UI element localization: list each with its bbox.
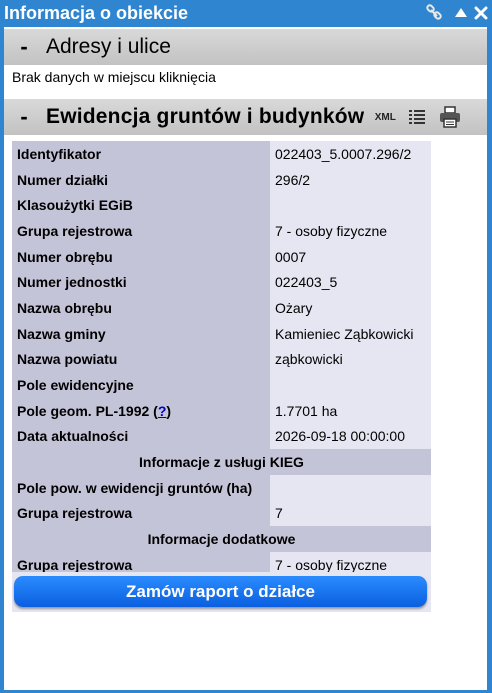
field-value — [270, 372, 431, 398]
extra-group-header-title: Informacje dodatkowe — [12, 526, 431, 552]
field-label: Grupa rejestrowa — [12, 500, 270, 527]
table-row: Numer działki 296/2 — [12, 166, 431, 193]
link-icon[interactable] — [424, 3, 444, 23]
registry-section-header[interactable]: - Ewidencja gruntów i budynków XML — [4, 99, 487, 135]
table-row: Numer jednostki 022403_5 — [12, 269, 431, 296]
table-row: Numer obrębu 0007 — [12, 243, 431, 270]
addresses-section-header[interactable]: - Adresy i ulice — [4, 29, 487, 65]
field-value: ząbkowicki — [270, 346, 431, 373]
registry-section-title: Ewidencja gruntów i budynków — [46, 105, 365, 128]
field-value: 022403_5.0007.296/2 — [270, 141, 431, 167]
order-report-button[interactable]: Zamów raport o działce — [14, 576, 427, 607]
field-value: 7 - osoby fizyczne — [270, 218, 431, 244]
no-data-message: Brak danych w miejscu kliknięcia — [12, 69, 216, 85]
table-row: Pole ewidencyjne — [12, 372, 431, 398]
collapse-up-icon[interactable] — [452, 3, 470, 23]
list-icon[interactable] — [406, 106, 428, 128]
registry-table: Identyfikator 022403_5.0007.296/2 Numer dz… — [12, 141, 431, 578]
field-label-suffix: ) — [166, 402, 172, 419]
table-row: Nazwa gminy Kamieniec Ząbkowicki — [12, 320, 431, 347]
field-label: Pole pow. w ewidencji gruntów (ha) — [12, 474, 270, 501]
table-row: Nazwa powiatu ząbkowicki — [12, 346, 431, 373]
field-label: Grupa rejestrowa — [12, 218, 270, 244]
table-row: Nazwa obrębu Ożary — [12, 295, 431, 321]
field-label: Identyfikator — [12, 141, 270, 167]
window-title: Informacja o obiekcie — [4, 3, 189, 23]
field-label: Nazwa powiatu — [12, 346, 270, 373]
addresses-toggle[interactable]: - — [10, 34, 38, 60]
field-label: Numer jednostki — [12, 269, 270, 296]
registry-toggle[interactable]: - — [10, 104, 38, 130]
table-row: Pole geom. PL-1992 (?) 1.7701 ha — [12, 397, 431, 424]
field-label: Numer obrębu — [12, 243, 270, 270]
field-label: Nazwa obrębu — [12, 295, 270, 321]
field-value: Ożary — [270, 295, 431, 321]
field-value: 0007 — [270, 243, 431, 270]
field-label: Klasoużytki EGiB — [12, 192, 270, 219]
field-label: Pole ewidencyjne — [12, 372, 270, 398]
table-row: Grupa rejestrowa 7 - osoby fizyczne — [12, 218, 431, 244]
field-value — [270, 474, 431, 501]
kieg-group-header: Informacje z usługi KIEG — [12, 449, 431, 475]
field-label-text: Pole geom. PL-1992 ( — [17, 402, 158, 419]
field-label: Nazwa gminy — [12, 320, 270, 347]
xml-export-icon[interactable]: XML — [373, 112, 397, 123]
table-row: Data aktualności 2026-09-18 00:00:00 — [12, 423, 431, 450]
field-value — [270, 192, 431, 219]
extra-group-header: Informacje dodatkowe — [12, 526, 431, 552]
field-label: Data aktualności — [12, 423, 270, 450]
field-value: Kamieniec Ząbkowicki — [270, 320, 431, 347]
field-value: 7 — [270, 500, 431, 527]
object-info-panel: - Adresy i ulice Brak danych w miejscu k… — [4, 27, 487, 690]
field-value: 2026-09-18 00:00:00 — [270, 423, 431, 450]
field-label: Numer działki — [12, 166, 270, 193]
field-value: 022403_5 — [270, 269, 431, 296]
field-value: 296/2 — [270, 166, 431, 193]
table-row: Grupa rejestrowa 7 — [12, 500, 431, 527]
window-titlebar: Informacja o obiekcie — [0, 0, 492, 26]
table-row: Identyfikator 022403_5.0007.296/2 — [12, 141, 431, 167]
table-row: Pole pow. w ewidencji gruntów (ha) — [12, 474, 431, 501]
printer-icon[interactable] — [438, 105, 462, 129]
table-row: Klasoużytki EGiB — [12, 192, 431, 219]
field-value: 1.7701 ha — [270, 397, 431, 424]
kieg-group-header-title: Informacje z usługi KIEG — [12, 449, 431, 475]
close-icon[interactable] — [472, 3, 490, 23]
addresses-section-title: Adresy i ulice — [46, 35, 171, 58]
field-label: Pole geom. PL-1992 (?) — [12, 397, 270, 424]
